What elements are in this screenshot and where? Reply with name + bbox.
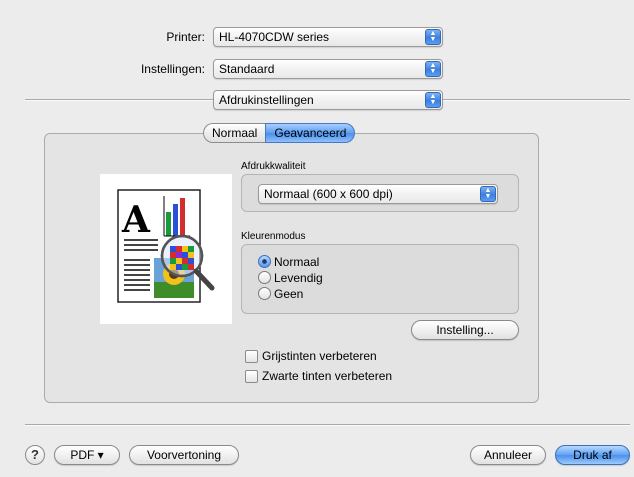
printer-value: HL-4070CDW series (219, 30, 330, 44)
settings-value: Standaard (219, 62, 275, 76)
color-mode-label: Kleurenmodus (241, 231, 306, 242)
pdf-button[interactable]: PDF ▾ (54, 445, 120, 465)
radio-levendig-label: Levendig (274, 271, 323, 285)
print-quality-group: Normaal (600 x 600 dpi) ▲ ▼ (241, 174, 519, 212)
preview-letter: A (121, 199, 151, 241)
tab-bar: Normaal Geavanceerd (203, 123, 356, 143)
popup-arrows-icon: ▲ ▼ (425, 29, 441, 45)
print-button[interactable]: Druk af (555, 445, 630, 465)
printer-popup[interactable]: HL-4070CDW series ▲ ▼ (213, 27, 443, 47)
print-quality-value: Normaal (600 x 600 dpi) (264, 187, 393, 201)
tab-panel: A Afdrukkwaliteit Normaal (600 x 600 dpi… (44, 133, 539, 403)
preview-button[interactable]: Voorvertoning (129, 445, 239, 465)
color-mode-group: Normaal Levendig Geen (241, 244, 519, 314)
cancel-button[interactable]: Annuleer (470, 445, 546, 465)
radio-selected-icon (258, 255, 271, 268)
radio-normaal-label: Normaal (274, 255, 320, 269)
print-dialog: Printer: HL-4070CDW series ▲ ▼ Instelling… (0, 0, 634, 477)
footer-divider (25, 424, 630, 425)
settings-popup[interactable]: Standaard ▲ ▼ (213, 59, 443, 79)
instelling-button[interactable]: Instelling... (411, 320, 519, 340)
print-quality-label: Afdrukkwaliteit (241, 161, 306, 172)
help-button[interactable]: ? (25, 445, 45, 465)
zwarte-tinten-checkbox[interactable] (245, 370, 258, 383)
radio-unselected-icon (258, 271, 271, 284)
grijstinten-checkbox[interactable] (245, 350, 258, 363)
tab-normaal[interactable]: Normaal (203, 123, 266, 143)
print-quality-popup[interactable]: Normaal (600 x 600 dpi) ▲ ▼ (258, 184, 498, 204)
popup-arrows-icon: ▲ ▼ (425, 61, 441, 77)
grijstinten-label: Grijstinten verbeteren (262, 349, 377, 363)
print-quality-preview-icon: A (100, 174, 232, 324)
printer-label: Printer: (166, 30, 205, 44)
tab-geavanceerd[interactable]: Geavanceerd (265, 123, 356, 143)
pane-popup[interactable]: Afdrukinstellingen ▲ ▼ (213, 90, 443, 110)
settings-label: Instellingen: (140, 62, 205, 76)
zwarte-tinten-label: Zwarte tinten verbeteren (262, 369, 393, 383)
popup-arrows-icon: ▲ ▼ (480, 186, 496, 202)
popup-arrows-icon: ▲ ▼ (425, 92, 441, 108)
radio-unselected-icon (258, 287, 271, 300)
pane-value: Afdrukinstellingen (219, 93, 314, 107)
radio-geen-label: Geen (274, 287, 304, 301)
